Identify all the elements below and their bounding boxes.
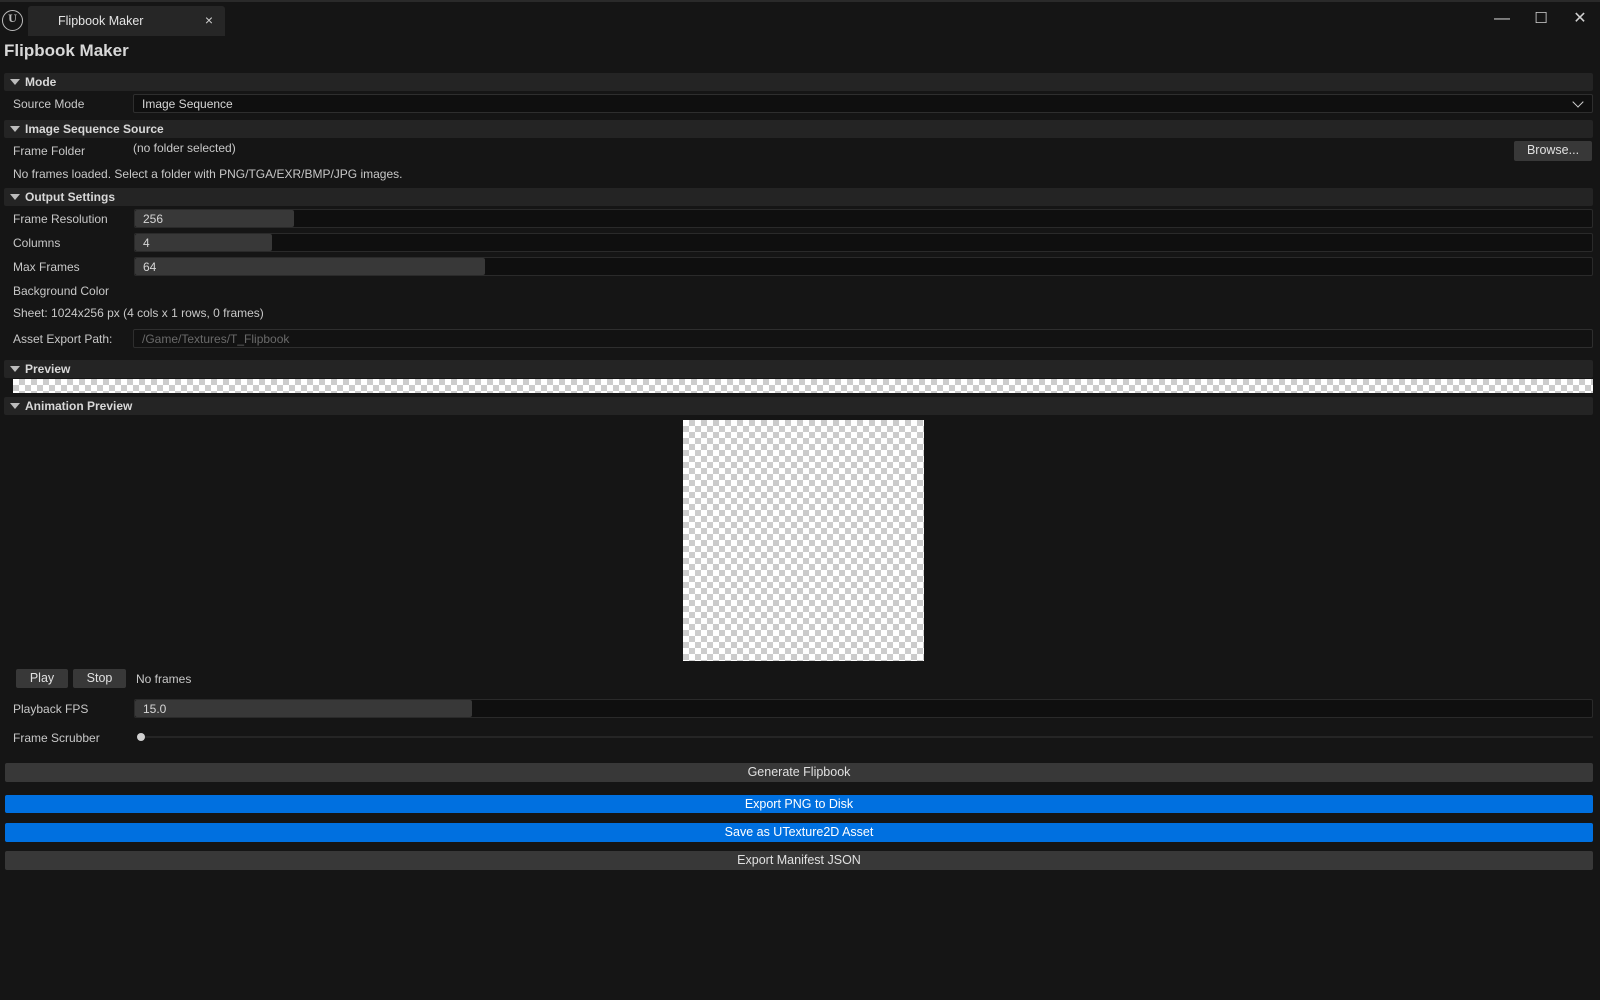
maximize-button[interactable]: ☐ [1528,8,1554,30]
collapse-arrow-icon [10,366,20,372]
tab-flipbook-maker[interactable]: Flipbook Maker × [28,6,225,36]
frame-scrubber-handle[interactable] [137,733,145,741]
generate-flipbook-button[interactable]: Generate Flipbook [5,763,1593,782]
max-frames-label: Max Frames [13,260,80,274]
max-frames-input[interactable]: 64 [134,257,1593,276]
section-header-preview[interactable]: Preview [4,360,1593,378]
frame-folder-label: Frame Folder [13,144,86,158]
background-color-label: Background Color [13,284,110,298]
page-title: Flipbook Maker [4,41,129,60]
collapse-arrow-icon [10,403,20,409]
frame-scrubber-label: Frame Scrubber [13,731,100,745]
sheet-preview-image [13,379,1593,393]
value-fill [135,258,485,275]
play-button[interactable]: Play [16,669,68,688]
stop-button[interactable]: Stop [73,669,126,688]
playback-fps-value: 15.0 [143,702,167,716]
columns-value: 4 [143,236,150,250]
asset-export-path-label: Asset Export Path: [13,332,113,346]
columns-input[interactable]: 4 [134,233,1593,252]
max-frames-value: 64 [143,260,157,274]
value-fill [135,700,472,717]
source-mode-dropdown[interactable]: Image Sequence [133,94,1593,113]
frame-resolution-input[interactable]: 256 [134,209,1593,228]
section-title: Animation Preview [25,399,133,413]
playback-fps-input[interactable]: 15.0 [134,699,1593,718]
frame-resolution-label: Frame Resolution [13,212,108,226]
export-png-button[interactable]: Export PNG to Disk [5,795,1593,813]
section-title: Output Settings [25,190,115,204]
columns-label: Columns [13,236,61,250]
browse-button[interactable]: Browse... [1514,141,1592,161]
asset-export-path-input[interactable]: /Game/Textures/T_Flipbook [133,329,1593,348]
source-mode-value: Image Sequence [142,97,233,111]
chevron-down-icon [1572,96,1584,108]
section-header-mode[interactable]: Mode [4,73,1593,91]
frame-resolution-value: 256 [143,212,164,226]
asset-export-path-placeholder: /Game/Textures/T_Flipbook [142,332,290,346]
collapse-arrow-icon [10,126,20,132]
source-status-text: No frames loaded. Select a folder with P… [13,167,403,181]
section-title: Mode [25,75,57,89]
sheet-info-text: Sheet: 1024x256 px (4 cols x 1 rows, 0 f… [13,306,264,320]
section-header-image-sequence-source[interactable]: Image Sequence Source [4,120,1593,138]
save-asset-button[interactable]: Save as UTexture2D Asset [5,823,1593,842]
source-mode-label: Source Mode [13,97,85,111]
frame-scrubber-track[interactable] [141,736,1593,738]
section-header-output-settings[interactable]: Output Settings [4,188,1593,206]
export-manifest-button[interactable]: Export Manifest JSON [5,851,1593,870]
section-header-animation-preview[interactable]: Animation Preview [4,397,1593,415]
section-title: Image Sequence Source [25,122,164,136]
collapse-arrow-icon [10,194,20,200]
close-window-button[interactable]: ✕ [1567,8,1593,30]
animation-frame-preview [683,420,924,661]
unreal-logo-icon: U [2,10,23,31]
playback-fps-label: Playback FPS [13,702,89,716]
frame-folder-value: (no folder selected) [133,141,236,155]
section-title: Preview [25,362,71,376]
title-bar: U Flipbook Maker × — ☐ ✕ [0,0,1600,38]
collapse-arrow-icon [10,79,20,85]
tab-close-icon[interactable]: × [205,12,213,28]
minimize-button[interactable]: — [1489,8,1515,30]
playback-status-text: No frames [136,672,192,686]
tab-label: Flipbook Maker [58,14,144,28]
value-fill [135,234,272,251]
